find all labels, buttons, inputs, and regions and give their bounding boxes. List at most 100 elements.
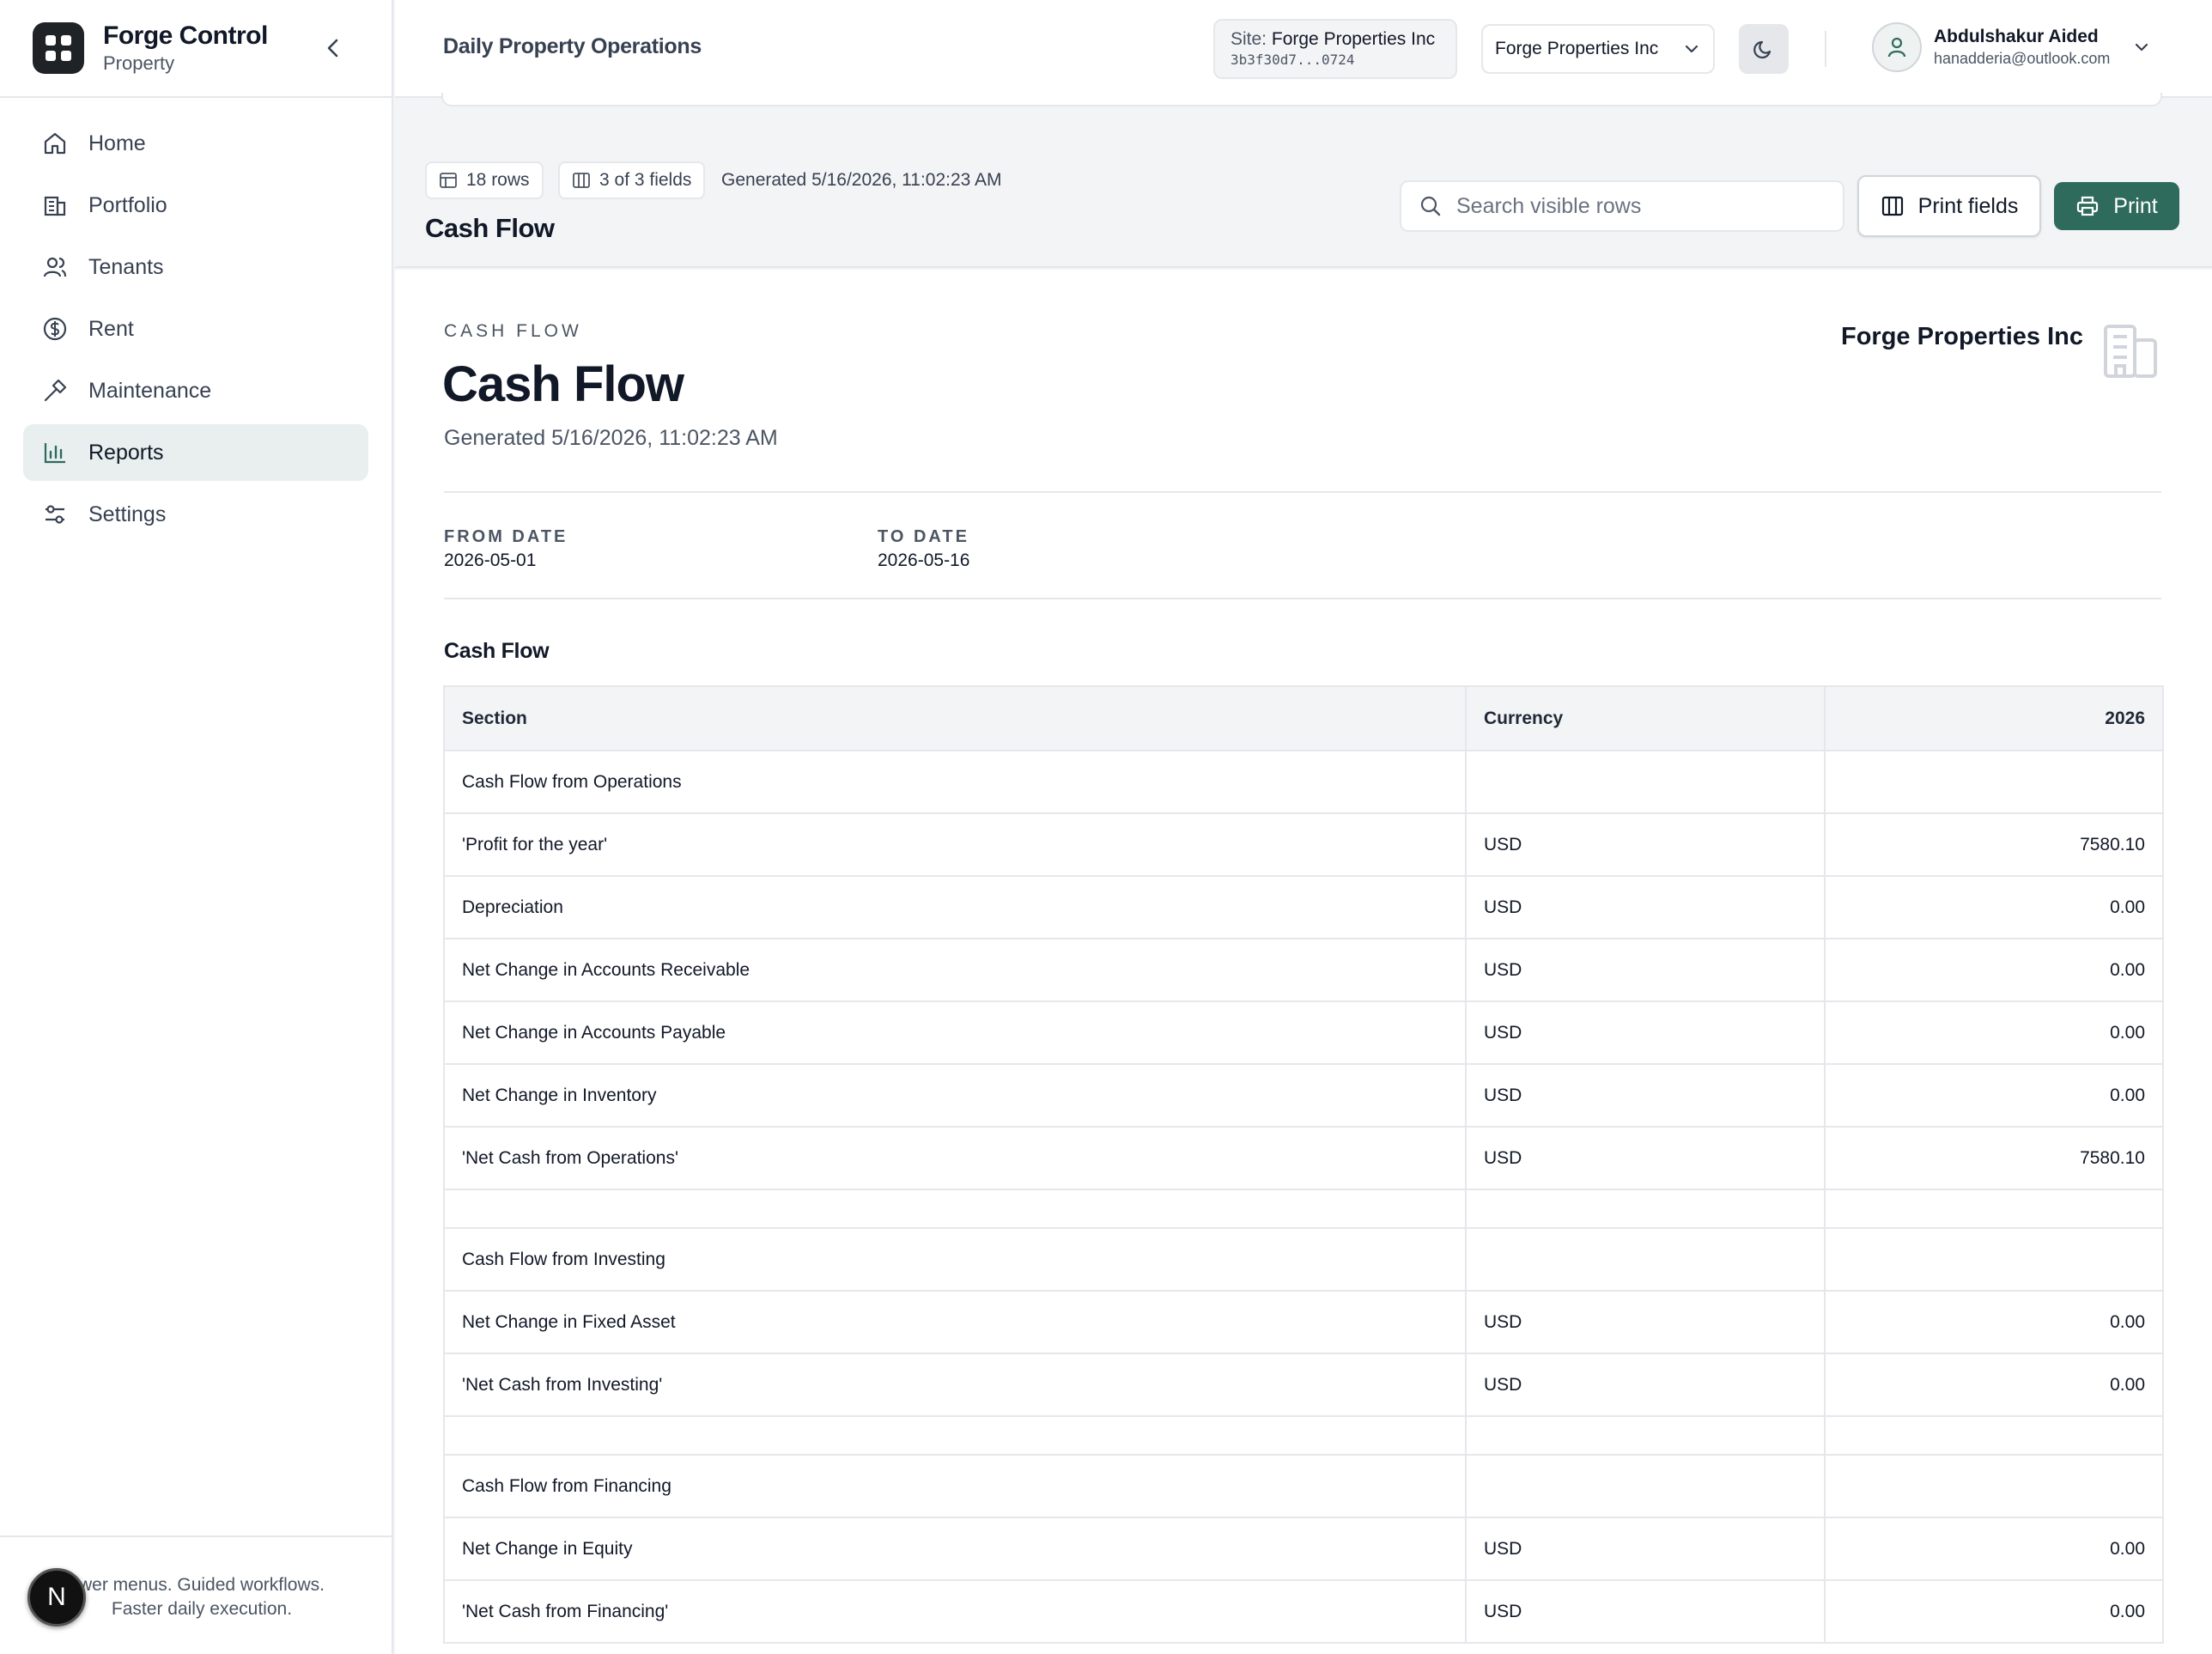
section-title: Cash Flow: [444, 639, 550, 663]
cell-amount: 0.00: [1824, 938, 2164, 1002]
user-avatar-icon: [1872, 22, 1922, 72]
assistant-badge-button[interactable]: N: [27, 1568, 86, 1627]
cell-section: 'Net Cash from Financing': [443, 1579, 1467, 1644]
table-header-row: Section Currency 2026: [443, 685, 2164, 751]
sidebar-item-label: Tenants: [88, 254, 164, 279]
home-icon: [40, 129, 70, 158]
cell-currency: USD: [1465, 1517, 1826, 1581]
building-icon: [40, 191, 70, 220]
param-label: TO DATE: [878, 527, 969, 546]
sidebar-item-maintenance[interactable]: Maintenance: [23, 362, 368, 419]
cell-section: Net Change in Accounts Receivable: [443, 938, 1467, 1002]
cell-currency: [1465, 1454, 1826, 1518]
chevron-down-icon: [2132, 38, 2151, 57]
column-header-currency: Currency: [1465, 685, 1826, 751]
cell-amount: [1824, 750, 2164, 814]
collapsed-panel-edge: [441, 93, 2162, 106]
cash-flow-table: Section Currency 2026 Cash Flow from Ope…: [443, 685, 2164, 1644]
table-row: Net Change in Accounts Payable USD 0.00: [443, 1000, 2164, 1065]
cell-currency: USD: [1465, 938, 1826, 1002]
cell-currency: [1465, 750, 1826, 814]
param-value: 2026-05-16: [878, 550, 970, 570]
param-value: 2026-05-01: [444, 550, 537, 570]
table-row: 'Net Cash from Investing' USD 0.00: [443, 1353, 2164, 1417]
search-box[interactable]: [1400, 180, 1844, 232]
table-row: Cash Flow from Financing: [443, 1454, 2164, 1518]
table-icon: [439, 171, 466, 190]
print-button[interactable]: Print: [2054, 182, 2179, 230]
cell-amount: 0.00: [1824, 1579, 2164, 1644]
sidebar-item-label: Portfolio: [88, 192, 167, 217]
cell-currency: USD: [1465, 1579, 1826, 1644]
print-label: Print: [2113, 193, 2158, 218]
app-logo-icon[interactable]: [33, 22, 84, 74]
cell-section: Cash Flow from Operations: [443, 750, 1467, 814]
cell-currency: USD: [1465, 812, 1826, 877]
sidebar-item-tenants[interactable]: Tenants: [23, 239, 368, 295]
field-count: 3 of 3 fields: [599, 170, 692, 190]
table-row: 'Profit for the year' USD 7580.10: [443, 812, 2164, 877]
site-id: 3b3f30d7...0724: [1231, 52, 1355, 68]
cell-section: Net Change in Accounts Payable: [443, 1000, 1467, 1065]
table-row: 'Net Cash from Financing' USD 0.00: [443, 1579, 2164, 1644]
header-divider: [1825, 31, 1826, 67]
cell-section: [443, 1415, 1467, 1456]
table-row-spacer: [443, 1415, 2164, 1456]
table-row: Net Change in Inventory USD 0.00: [443, 1063, 2164, 1128]
sidebar-item-reports[interactable]: Reports: [23, 424, 368, 481]
organization-select-value: Forge Properties Inc: [1495, 39, 1659, 58]
cell-amount: 7580.10: [1824, 812, 2164, 877]
cell-amount: 0.00: [1824, 1290, 2164, 1354]
cell-currency: [1465, 1227, 1826, 1292]
sidebar-item-label: Home: [88, 131, 146, 155]
cell-section: Net Change in Equity: [443, 1517, 1467, 1581]
theme-toggle-button[interactable]: [1739, 24, 1789, 74]
user-menu[interactable]: Abdulshakur Aided hanadderia@outlook.com: [1872, 22, 2151, 72]
collapse-sidebar-button[interactable]: [319, 34, 347, 62]
cell-amount: 0.00: [1824, 1000, 2164, 1065]
tagline-line-1: wer menus. Guided workflows.: [79, 1575, 325, 1595]
sidebar-item-rent[interactable]: Rent: [23, 301, 368, 357]
report-eyebrow: CASH FLOW: [444, 321, 582, 341]
cell-section: Cash Flow from Financing: [443, 1454, 1467, 1518]
divider: [444, 491, 2161, 493]
tagline-line-2: Faster daily execution.: [111, 1599, 293, 1619]
cell-section: Cash Flow from Investing: [443, 1227, 1467, 1292]
user-email: hanadderia@outlook.com: [1934, 50, 2111, 67]
param-label: FROM DATE: [444, 527, 568, 546]
report-toolbar: 18 rows 3 of 3 fields Generated 5/16/202…: [395, 143, 2212, 268]
print-fields-button[interactable]: Print fields: [1857, 175, 2041, 237]
brand: Forge Control Property: [0, 0, 392, 98]
cell-amount: [1824, 1227, 2164, 1292]
search-icon: [1419, 194, 1443, 218]
columns-icon: [1881, 194, 1918, 218]
search-input[interactable]: [1456, 193, 1817, 219]
dollar-icon: [40, 314, 70, 344]
cell-section: 'Net Cash from Investing': [443, 1353, 1467, 1417]
cell-currency: [1465, 1415, 1826, 1456]
columns-icon: [572, 171, 599, 190]
sidebar-item-settings[interactable]: Settings: [23, 486, 368, 543]
param-from-date: FROM DATE 2026-05-01: [444, 526, 568, 574]
users-icon: [40, 252, 70, 282]
cell-section: 'Profit for the year': [443, 812, 1467, 877]
cell-amount: 0.00: [1824, 1353, 2164, 1417]
row-count-chip: 18 rows: [425, 161, 544, 199]
row-count: 18 rows: [466, 170, 530, 190]
cell-section: 'Net Cash from Operations': [443, 1126, 1467, 1190]
table-row: 'Net Cash from Operations' USD 7580.10: [443, 1126, 2164, 1190]
cell-currency: [1465, 1189, 1826, 1229]
moon-icon: [1753, 38, 1775, 60]
table-row: Depreciation USD 0.00: [443, 875, 2164, 939]
cell-currency: USD: [1465, 875, 1826, 939]
top-header: Daily Property Operations Site: Forge Pr…: [395, 0, 2212, 98]
report-organization: Forge Properties Inc: [1840, 323, 2083, 350]
organization-select[interactable]: Forge Properties Inc: [1481, 24, 1715, 74]
report-generated: Generated 5/16/2026, 11:02:23 AM: [444, 426, 778, 450]
sidebar-footer: wer menus. Guided workflows. Faster dail…: [0, 1535, 392, 1654]
sidebar-item-portfolio[interactable]: Portfolio: [23, 177, 368, 234]
cell-currency: USD: [1465, 1000, 1826, 1065]
sidebar-item-home[interactable]: Home: [23, 115, 368, 172]
divider: [444, 598, 2161, 599]
sidebar-item-label: Rent: [88, 316, 134, 341]
